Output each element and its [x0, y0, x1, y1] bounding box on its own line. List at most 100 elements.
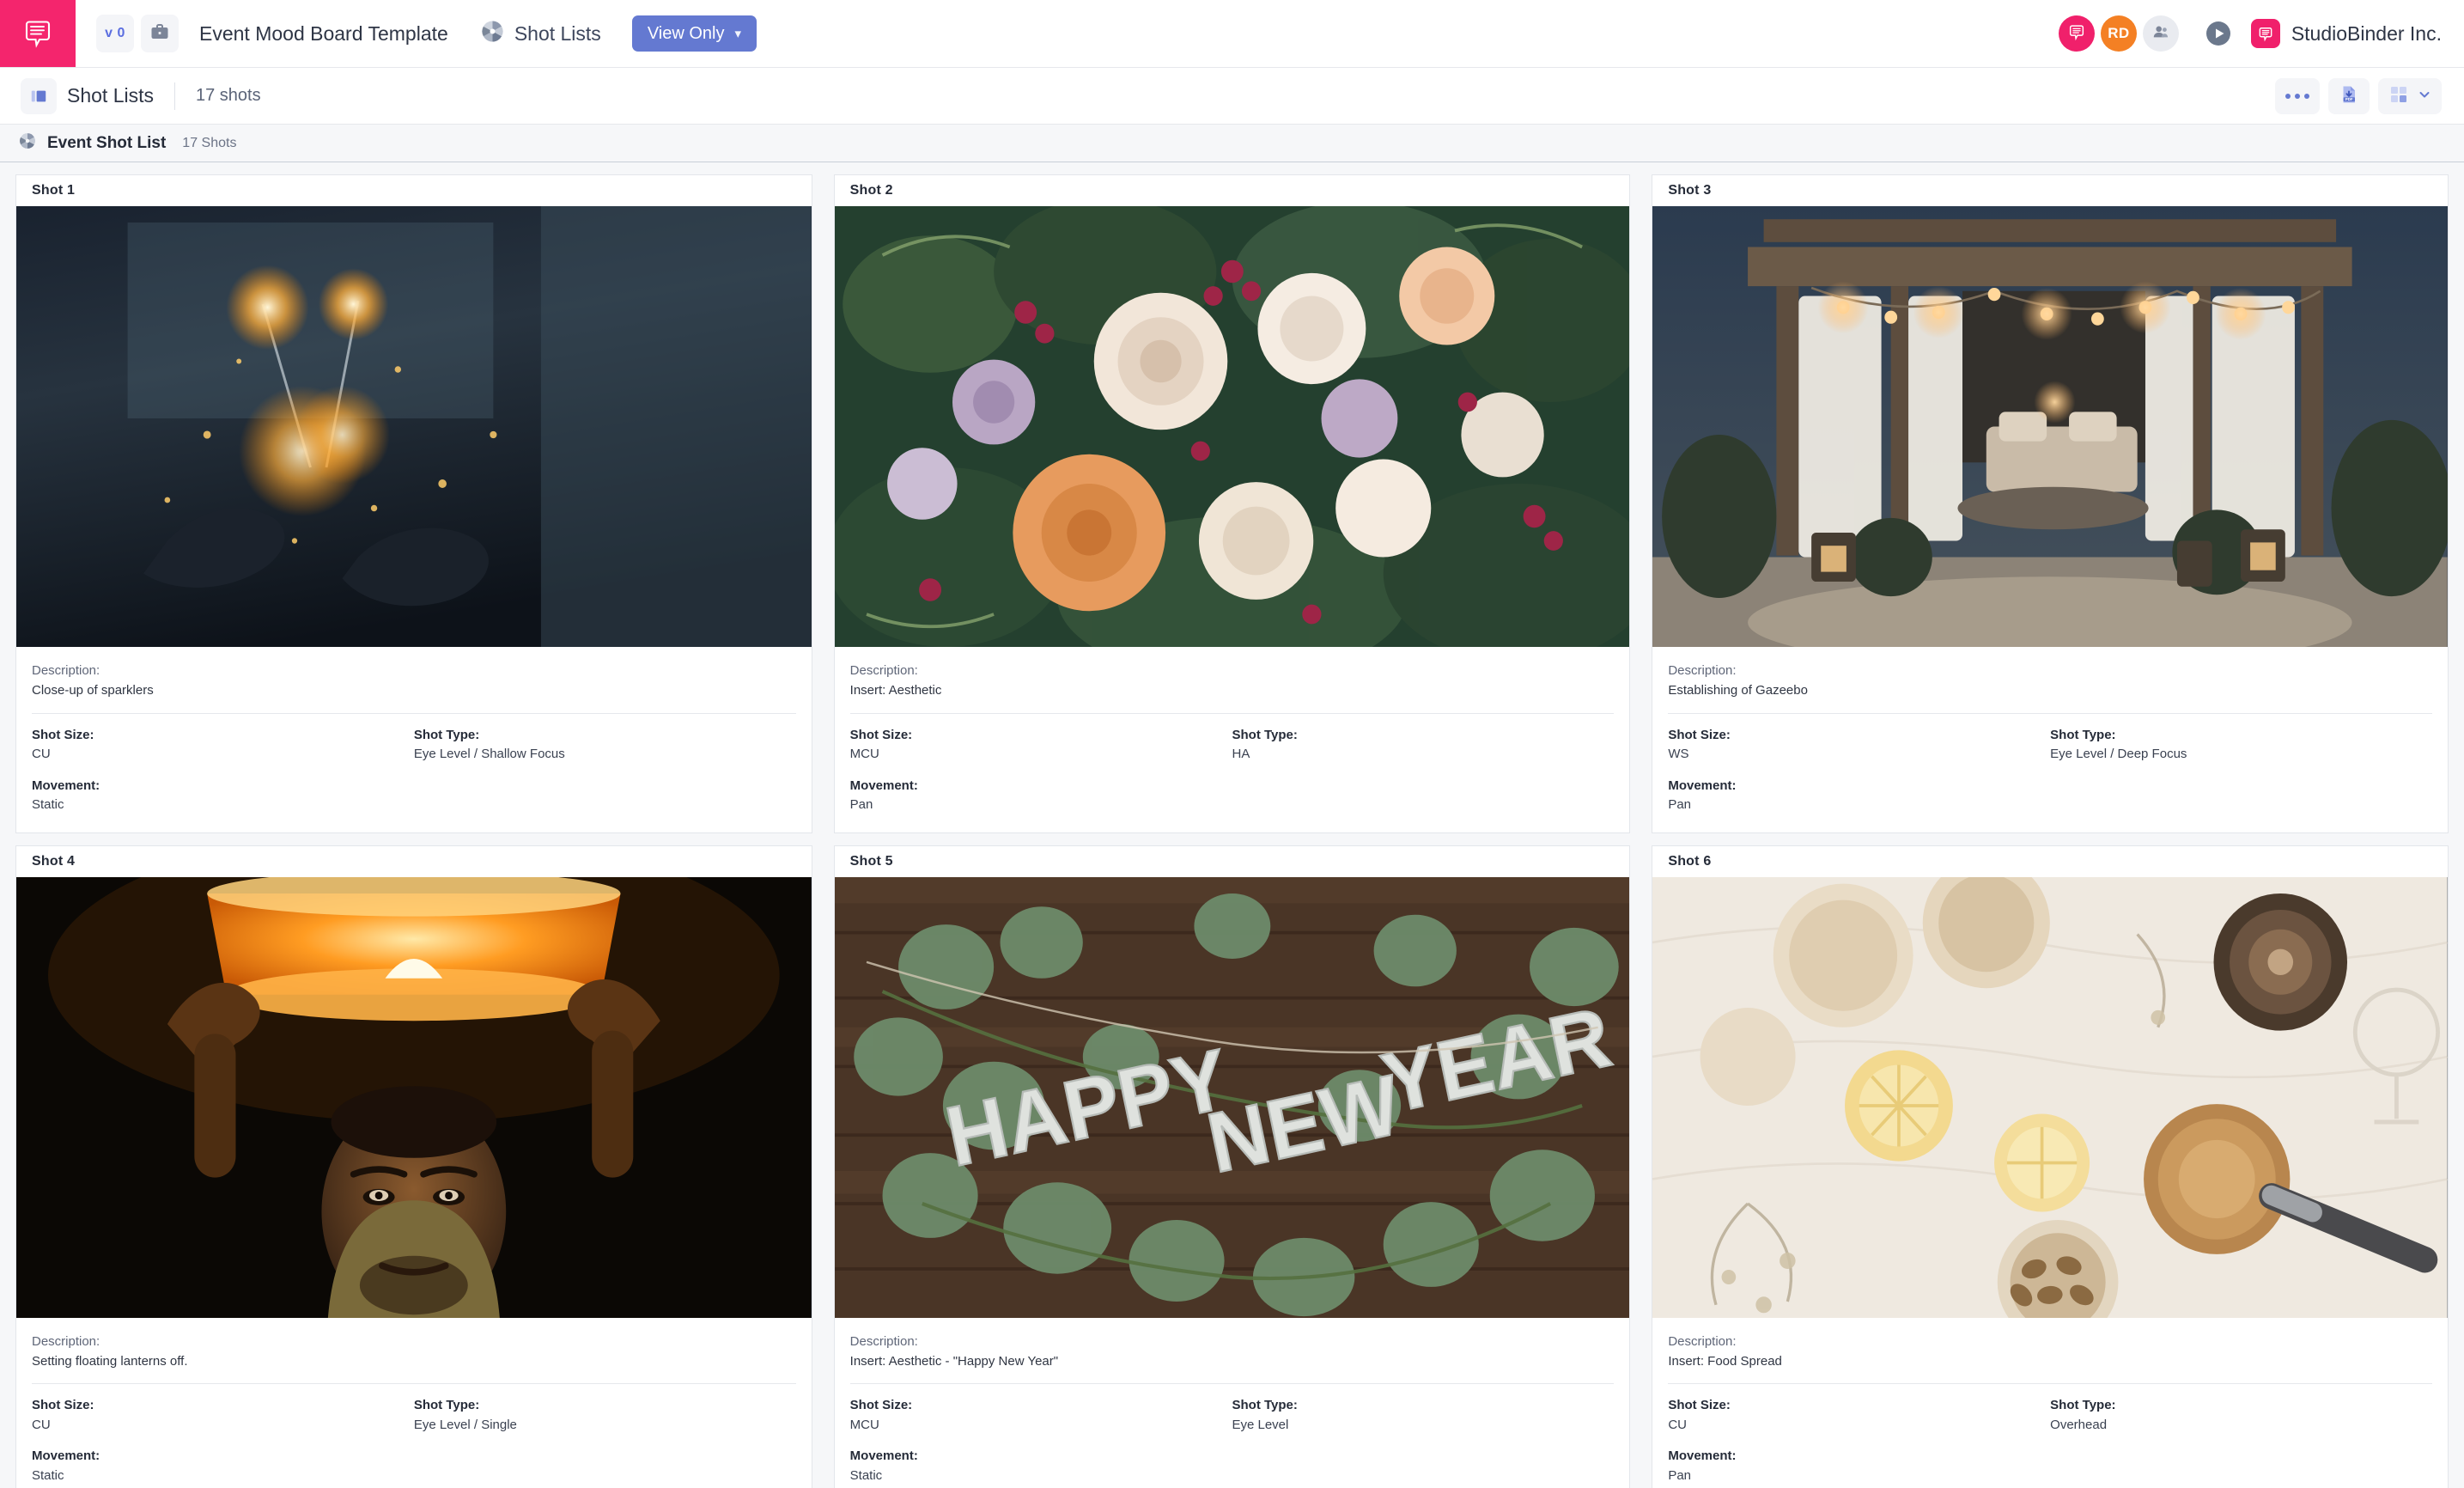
shot-card[interactable]: Shot 5 HAPPY NEW YEAR Description: Inser…	[833, 845, 1631, 1488]
shot-type-value: Eye Level	[1232, 1417, 1289, 1432]
section-shot-count: 17 Shots	[182, 135, 237, 150]
shot-list-section-header[interactable]: Event Shot List 17 Shots	[0, 125, 2464, 162]
project-icon-chip[interactable]	[141, 15, 179, 52]
movement-label: Movement:	[849, 1448, 918, 1463]
play-circle-icon[interactable]	[2205, 20, 2232, 47]
shot-card-header: Shot 3	[1652, 175, 2448, 206]
toolbar-actions: PDF	[2275, 77, 2442, 114]
divider	[1668, 712, 2432, 714]
shot-card-body: Description: Close-up of sparklers Shot …	[16, 647, 812, 832]
shot-thumbnail[interactable]	[1652, 206, 2448, 647]
shot-type-value: Eye Level / Single	[413, 1417, 517, 1432]
organization-link[interactable]: StudioBinder Inc.	[2250, 19, 2442, 48]
view-mode-button[interactable]: View Only ▾	[631, 15, 757, 52]
description-value: Establishing of Gazeebo	[1668, 683, 1808, 698]
description-label: Description:	[32, 1333, 100, 1349]
shot-attributes: Shot Size: CU Shot Type: Overhead Moveme…	[1668, 1396, 2432, 1485]
chevron-down-icon	[2418, 88, 2431, 104]
shot-card[interactable]: Shot 4 Description: Setting floating lan…	[15, 845, 812, 1488]
top-bar-left-group: v 0 Event Mood Board Template Shot Lists…	[76, 0, 757, 67]
shot-list-panel-icon[interactable]	[21, 77, 57, 114]
shot-label: Shot 1	[32, 183, 76, 198]
svg-text:PDF: PDF	[2345, 97, 2353, 101]
shot-card-body: Description: Setting floating lanterns o…	[16, 1318, 812, 1488]
shot-type-label: Shot Type:	[2050, 1398, 2116, 1412]
shot-size-value: MCU	[849, 747, 879, 761]
shot-label: Shot 6	[1668, 853, 1712, 869]
app-logo-button[interactable]	[0, 0, 76, 67]
shot-thumbnail[interactable]	[1652, 876, 2448, 1318]
shot-thumbnail[interactable]	[16, 206, 812, 647]
shot-card[interactable]: Shot 1 Description: Close-up of sparkler…	[15, 174, 812, 833]
layout-view-button[interactable]	[2378, 77, 2442, 114]
movement-value: Static	[849, 1467, 883, 1483]
user-avatar-rd[interactable]: RD	[2100, 15, 2137, 52]
pdf-download-icon: PDF	[2339, 84, 2359, 107]
shot-type-value: Eye Level / Deep Focus	[2050, 747, 2187, 761]
description-value: Insert: Aesthetic - "Happy New Year"	[849, 1353, 1059, 1369]
movement-label: Movement:	[1668, 778, 1737, 793]
shot-attributes: Shot Size: WS Shot Type: Eye Level / Dee…	[1668, 726, 2432, 815]
add-collaborator-avatar[interactable]	[2142, 15, 2179, 52]
shot-attributes: Shot Size: MCU Shot Type: Eye Level Move…	[850, 1396, 1615, 1485]
shot-label: Shot 3	[1668, 183, 1712, 198]
movement-value: Pan	[1668, 797, 1692, 812]
movement-label: Movement:	[849, 778, 918, 793]
people-icon	[2151, 22, 2170, 46]
movement-value: Pan	[849, 797, 873, 812]
version-badge[interactable]: v 0	[96, 15, 134, 52]
briefcase-icon	[149, 21, 170, 46]
shot-card-body: Description: Insert: Food Spread Shot Si…	[1652, 1318, 2448, 1488]
divider	[849, 712, 1615, 714]
shot-attributes: Shot Size: CU Shot Type: Eye Level / Sin…	[32, 1396, 796, 1485]
shot-type-label: Shot Type:	[1232, 727, 1298, 742]
movement-label: Movement:	[32, 778, 100, 793]
ellipsis-icon	[2285, 93, 2309, 99]
shot-thumbnail[interactable]: HAPPY NEW YEAR	[834, 876, 1630, 1318]
shot-size-label: Shot Size:	[849, 727, 913, 742]
shot-size-label: Shot Size:	[849, 1398, 913, 1412]
module-shot-lists-link[interactable]: Shot Lists	[481, 20, 601, 47]
sub-toolbar: Shot Lists 17 shots PDF	[0, 68, 2464, 125]
shot-size-label: Shot Size:	[1668, 1398, 1731, 1412]
shot-size-value: CU	[32, 1417, 51, 1432]
notification-avatar[interactable]	[2058, 15, 2095, 52]
export-pdf-button[interactable]: PDF	[2328, 77, 2370, 114]
description-value: Setting floating lanterns off.	[32, 1353, 188, 1369]
shot-card-body: Description: Insert: Aesthetic - "Happy …	[835, 1318, 1630, 1488]
description-label: Description:	[1668, 1333, 1737, 1349]
divider	[32, 1383, 796, 1384]
description-label: Description:	[849, 1333, 918, 1349]
shot-grid: Shot 1 Description: Close-up of sparkler…	[15, 174, 2449, 1488]
shot-card[interactable]: Shot 6 Description: Insert: Food Spread …	[1652, 845, 2449, 1488]
shot-type-label: Shot Type:	[2050, 727, 2116, 742]
shot-attributes: Shot Size: CU Shot Type: Eye Level / Sha…	[32, 726, 796, 815]
shot-thumbnail[interactable]	[16, 876, 812, 1318]
section-title: Event Shot List	[47, 133, 167, 152]
movement-label: Movement:	[32, 1448, 100, 1463]
shot-size-value: CU	[1668, 1417, 1687, 1432]
shot-thumbnail[interactable]	[834, 206, 1630, 647]
divider	[32, 712, 796, 714]
description-value: Close-up of sparklers	[32, 683, 154, 698]
shot-card[interactable]: Shot 2 Description: Insert: Aesthetic Sh…	[833, 174, 1631, 833]
description-value: Insert: Aesthetic	[849, 683, 942, 698]
aperture-icon	[19, 132, 36, 154]
shot-label: Shot 4	[32, 853, 76, 869]
shot-label: Shot 5	[849, 853, 893, 869]
project-title[interactable]: Event Mood Board Template	[199, 22, 448, 46]
shot-type-value: HA	[1232, 747, 1250, 761]
organization-name: StudioBinder Inc.	[2291, 21, 2442, 45]
module-label: Shot Lists	[514, 21, 601, 45]
top-bar: v 0 Event Mood Board Template Shot Lists…	[0, 0, 2464, 68]
shot-type-label: Shot Type:	[1232, 1398, 1298, 1412]
more-options-button[interactable]	[2275, 77, 2320, 114]
movement-value: Static	[32, 797, 64, 812]
shot-label: Shot 2	[849, 183, 893, 198]
shot-type-value: Eye Level / Shallow Focus	[413, 747, 565, 761]
studiobinder-speech-bubble-logo-icon	[21, 16, 55, 51]
speech-bubble-icon	[2067, 22, 2086, 46]
divider	[849, 1383, 1615, 1384]
shot-card-header: Shot 6	[1652, 846, 2448, 877]
shot-card[interactable]: Shot 3 Description: Establishing of Gaze…	[1652, 174, 2449, 833]
